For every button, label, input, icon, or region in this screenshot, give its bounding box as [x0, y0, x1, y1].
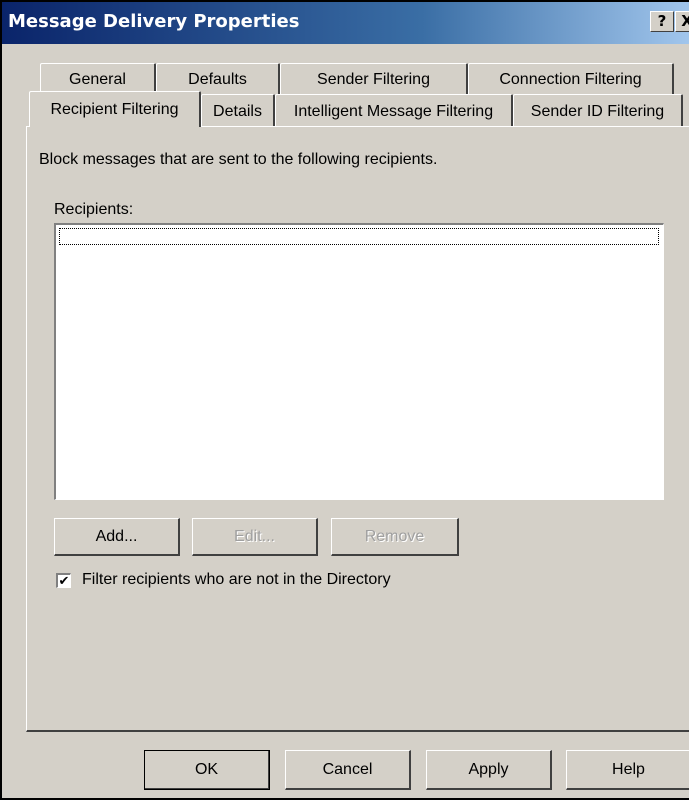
- title-bar[interactable]: Message Delivery Properties ? X: [2, 2, 689, 44]
- checkmark-icon: ✔: [58, 573, 70, 588]
- list-focus-row[interactable]: [59, 228, 659, 245]
- cancel-button[interactable]: Cancel: [285, 750, 411, 790]
- ok-button[interactable]: OK: [144, 750, 270, 790]
- description-text: Block messages that are sent to the foll…: [39, 151, 438, 168]
- close-icon[interactable]: X: [675, 11, 689, 32]
- tab-intelligent-message-filtering[interactable]: Intelligent Message Filtering: [275, 94, 513, 128]
- apply-button[interactable]: Apply: [426, 750, 552, 790]
- help-button[interactable]: Help: [566, 750, 689, 790]
- tab-sender-id-filtering[interactable]: Sender ID Filtering: [513, 94, 683, 128]
- edit-button[interactable]: Edit...: [192, 518, 318, 556]
- tab-recipient-filtering[interactable]: Recipient Filtering: [29, 91, 201, 127]
- help-icon[interactable]: ?: [650, 11, 674, 32]
- tab-connection-filtering[interactable]: Connection Filtering: [468, 63, 674, 95]
- recipients-list[interactable]: [54, 223, 664, 500]
- recipients-label: Recipients:: [54, 201, 134, 218]
- window-title: Message Delivery Properties: [8, 11, 300, 32]
- filter-checkbox-label[interactable]: Filter recipients who are not in the Dir…: [82, 571, 391, 589]
- filter-checkbox[interactable]: ✔: [56, 573, 71, 588]
- dialog-window: Message Delivery Properties ? X General …: [0, 0, 689, 800]
- add-button[interactable]: Add...: [54, 518, 180, 556]
- tab-details[interactable]: Details: [201, 94, 275, 128]
- remove-button[interactable]: Remove: [331, 518, 459, 556]
- tab-sender-filtering[interactable]: Sender Filtering: [280, 63, 468, 95]
